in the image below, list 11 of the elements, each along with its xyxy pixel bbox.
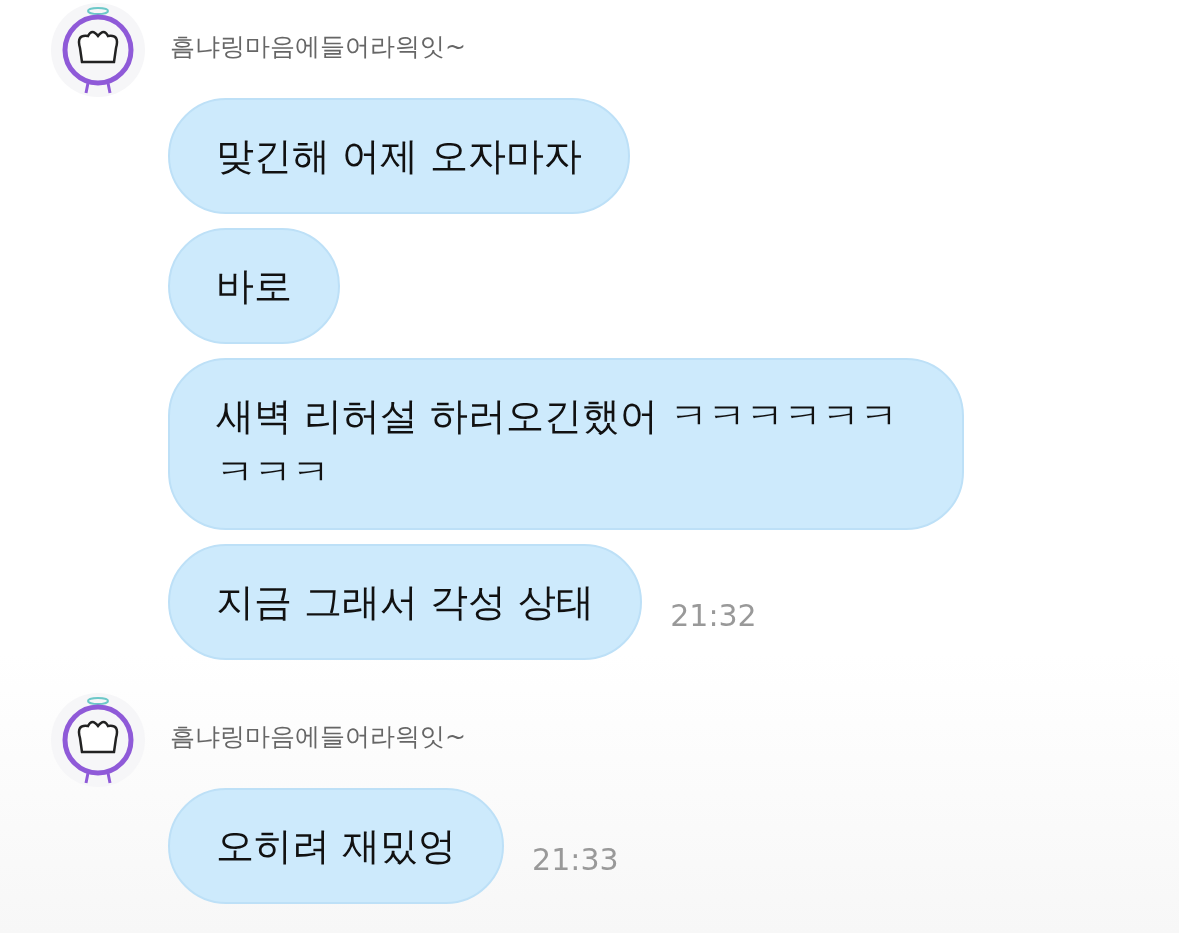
- message-bubble: 지금 그래서 각성 상태: [168, 544, 643, 660]
- message-bubble: 맞긴해 어제 오자마자: [168, 98, 631, 214]
- message-bubble: 새벽 리허설 하러오긴했어 ㅋㅋㅋㅋㅋㅋㅋㅋㅋ: [168, 358, 964, 530]
- message-time: 21:32: [670, 597, 757, 633]
- sender-name: 흠냐링마음에들어라읙잇~: [170, 30, 466, 63]
- avatar-icon: [50, 692, 146, 788]
- message-time: 21:33: [532, 841, 619, 877]
- message-bubble: 바로: [168, 228, 340, 344]
- avatar-icon: [50, 2, 146, 98]
- sender-name: 흠냐링마음에들어라읙잇~: [170, 720, 466, 753]
- message-bubble: 오히려 재밌엉: [168, 788, 505, 904]
